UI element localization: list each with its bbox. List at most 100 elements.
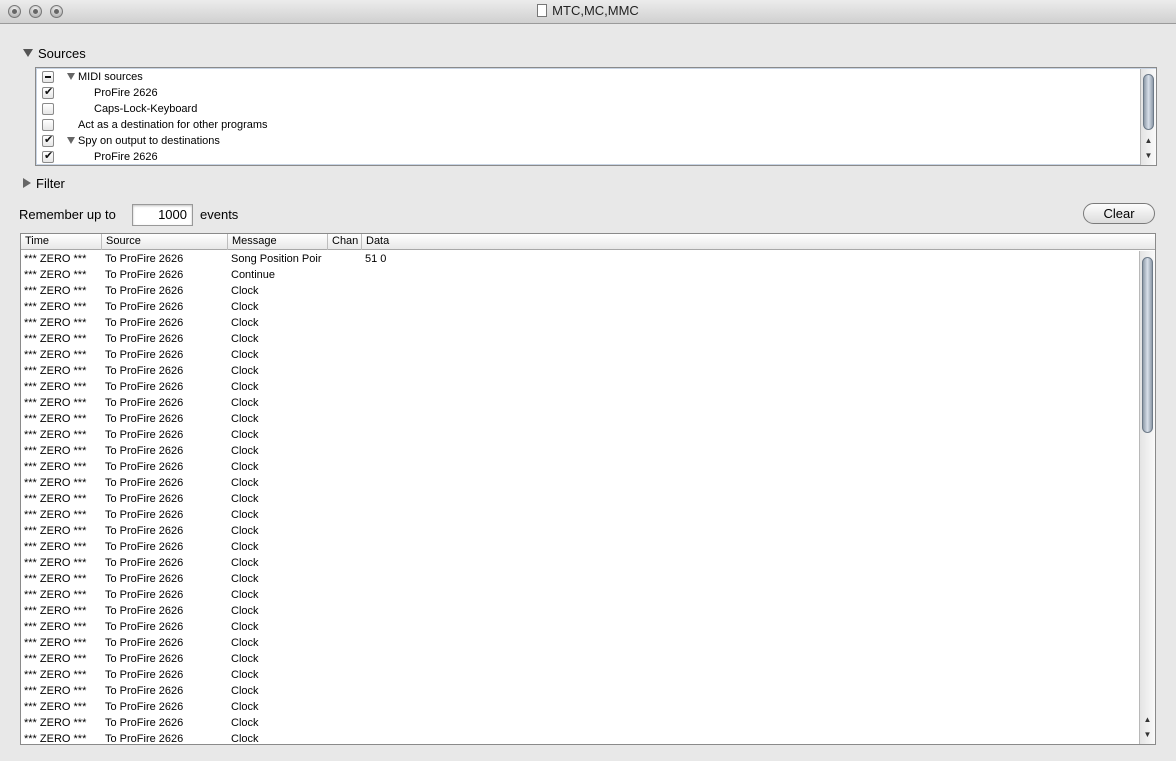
table-row[interactable]: *** ZERO *** To ProFire 2626 Clock (21, 555, 1137, 571)
cell-data: 51 0 (365, 253, 387, 265)
cell-time: *** ZERO *** (24, 653, 87, 665)
cell-time: *** ZERO *** (24, 253, 87, 265)
table-scrollbar[interactable]: ▲ ▼ (1139, 251, 1155, 744)
column-header-source[interactable]: Source (102, 234, 228, 250)
cell-source: To ProFire 2626 (105, 397, 184, 409)
cell-message: Clock (231, 477, 259, 489)
cell-source: To ProFire 2626 (105, 365, 184, 377)
table-row[interactable]: *** ZERO *** To ProFire 2626 Clock (21, 443, 1137, 459)
expand-triangle-icon[interactable] (67, 73, 75, 80)
sources-scroll-thumb[interactable] (1143, 74, 1154, 130)
cell-source: To ProFire 2626 (105, 685, 184, 697)
column-header-message[interactable]: Message (228, 234, 328, 250)
cell-source: To ProFire 2626 (105, 541, 184, 553)
cell-message: Clock (231, 717, 259, 729)
table-scroll-down-arrow-icon[interactable]: ▼ (1140, 728, 1155, 741)
source-checkbox[interactable] (42, 103, 54, 115)
source-row[interactable]: Spy on output to destinations (36, 133, 1136, 149)
table-row[interactable]: *** ZERO *** To ProFire 2626 Clock (21, 475, 1137, 491)
source-checkbox[interactable] (42, 71, 54, 83)
cell-source: To ProFire 2626 (105, 429, 184, 441)
table-row[interactable]: *** ZERO *** To ProFire 2626 Continue (21, 267, 1137, 283)
table-row[interactable]: *** ZERO *** To ProFire 2626 Clock (21, 427, 1137, 443)
table-row[interactable]: *** ZERO *** To ProFire 2626 Clock (21, 507, 1137, 523)
table-row[interactable]: *** ZERO *** To ProFire 2626 Clock (21, 619, 1137, 635)
table-row[interactable]: *** ZERO *** To ProFire 2626 Clock (21, 651, 1137, 667)
disclosure-closed-icon (23, 178, 31, 188)
table-row[interactable]: *** ZERO *** To ProFire 2626 Clock (21, 411, 1137, 427)
cell-time: *** ZERO *** (24, 349, 87, 361)
table-row[interactable]: *** ZERO *** To ProFire 2626 Clock (21, 603, 1137, 619)
table-row[interactable]: *** ZERO *** To ProFire 2626 Clock (21, 283, 1137, 299)
cell-source: To ProFire 2626 (105, 557, 184, 569)
cell-message: Clock (231, 557, 259, 569)
source-checkbox[interactable] (42, 135, 54, 147)
table-row[interactable]: *** ZERO *** To ProFire 2626 Clock (21, 299, 1137, 315)
cell-source: To ProFire 2626 (105, 637, 184, 649)
remember-count-input[interactable]: 1000 (132, 204, 193, 226)
cell-time: *** ZERO *** (24, 669, 87, 681)
cell-time: *** ZERO *** (24, 621, 87, 633)
cell-source: To ProFire 2626 (105, 621, 184, 633)
source-row[interactable]: MIDI sources (36, 69, 1136, 85)
cell-time: *** ZERO *** (24, 269, 87, 281)
title-bar[interactable]: MTC,MC,MMC (0, 0, 1176, 24)
column-header-data[interactable]: Data (362, 234, 1137, 250)
cell-source: To ProFire 2626 (105, 525, 184, 537)
expand-triangle-icon[interactable] (67, 137, 75, 144)
source-row[interactable]: Act as a destination for other programs (36, 117, 1136, 133)
sources-scrollbar[interactable]: ▲ ▼ (1140, 69, 1156, 165)
table-row[interactable]: *** ZERO *** To ProFire 2626 Clock (21, 363, 1137, 379)
source-checkbox[interactable] (42, 87, 54, 99)
clear-button[interactable]: Clear (1083, 203, 1155, 224)
events-table[interactable]: Time Source Message Chan Data *** ZERO *… (20, 233, 1156, 745)
table-row[interactable]: *** ZERO *** To ProFire 2626 Clock (21, 331, 1137, 347)
table-row[interactable]: *** ZERO *** To ProFire 2626 Clock (21, 459, 1137, 475)
table-row[interactable]: *** ZERO *** To ProFire 2626 Clock (21, 347, 1137, 363)
scroll-down-arrow-icon[interactable]: ▼ (1141, 149, 1156, 162)
table-row[interactable]: *** ZERO *** To ProFire 2626 Clock (21, 683, 1137, 699)
cell-source: To ProFire 2626 (105, 381, 184, 393)
cell-message: Clock (231, 413, 259, 425)
table-row[interactable]: *** ZERO *** To ProFire 2626 Clock (21, 635, 1137, 651)
column-header-chan[interactable]: Chan (328, 234, 362, 250)
cell-source: To ProFire 2626 (105, 589, 184, 601)
remember-label: Remember up to (19, 207, 116, 222)
table-row[interactable]: *** ZERO *** To ProFire 2626 Clock (21, 715, 1137, 731)
source-checkbox[interactable] (42, 151, 54, 163)
table-row[interactable]: *** ZERO *** To ProFire 2626 Clock (21, 571, 1137, 587)
table-row[interactable]: *** ZERO *** To ProFire 2626 Clock (21, 587, 1137, 603)
column-header-time[interactable]: Time (21, 234, 102, 250)
source-checkbox[interactable] (42, 119, 54, 131)
table-row[interactable]: *** ZERO *** To ProFire 2626 Clock (21, 395, 1137, 411)
source-row[interactable]: ProFire 2626 (36, 149, 1136, 165)
cell-time: *** ZERO *** (24, 637, 87, 649)
table-row[interactable]: *** ZERO *** To ProFire 2626 Clock (21, 539, 1137, 555)
filter-disclosure[interactable]: Filter (23, 176, 65, 191)
table-row[interactable]: *** ZERO *** To ProFire 2626 Clock (21, 699, 1137, 715)
scroll-up-arrow-icon[interactable]: ▲ (1141, 134, 1156, 147)
sources-disclosure[interactable]: Sources (23, 46, 86, 61)
table-row[interactable]: *** ZERO *** To ProFire 2626 Clock (21, 731, 1137, 745)
cell-message: Clock (231, 509, 259, 521)
source-row[interactable]: Caps-Lock-Keyboard (36, 101, 1136, 117)
table-row[interactable]: *** ZERO *** To ProFire 2626 Clock (21, 667, 1137, 683)
table-row[interactable]: *** ZERO *** To ProFire 2626 Clock (21, 315, 1137, 331)
table-scroll-thumb[interactable] (1142, 257, 1153, 433)
cell-time: *** ZERO *** (24, 573, 87, 585)
filter-header: Filter (36, 176, 65, 191)
window-title-area: MTC,MC,MMC (0, 3, 1176, 18)
table-row[interactable]: *** ZERO *** To ProFire 2626 Clock (21, 379, 1137, 395)
sources-outline[interactable]: MIDI sources ProFire 2626 Caps-Lock-Keyboa… (35, 67, 1157, 166)
table-header: Time Source Message Chan Data (21, 234, 1155, 250)
cell-message: Clock (231, 525, 259, 537)
table-row[interactable]: *** ZERO *** To ProFire 2626 Clock (21, 491, 1137, 507)
cell-source: To ProFire 2626 (105, 301, 184, 313)
table-row[interactable]: *** ZERO *** To ProFire 2626 Song Position… (21, 251, 1137, 267)
cell-message: Clock (231, 733, 259, 745)
table-row[interactable]: *** ZERO *** To ProFire 2626 Clock (21, 523, 1137, 539)
source-row[interactable]: ProFire 2626 (36, 85, 1136, 101)
table-scroll-up-arrow-icon[interactable]: ▲ (1140, 713, 1155, 726)
cell-message: Clock (231, 573, 259, 585)
window-title: MTC,MC,MMC (552, 3, 639, 18)
